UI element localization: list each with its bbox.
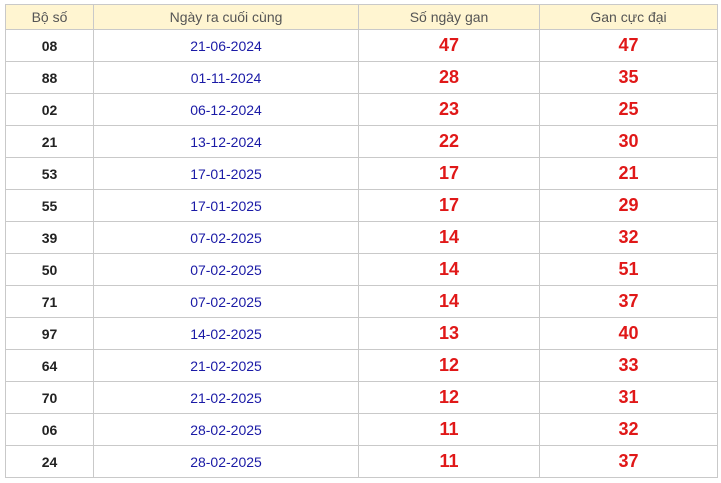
- max-gan-cell: 47: [539, 29, 718, 62]
- table-row: 24 28-02-2025 11 37: [5, 445, 718, 478]
- gan-days-cell: 28: [358, 61, 540, 94]
- max-gan-cell: 31: [539, 381, 718, 414]
- header-so-ngay-gan: Số ngày gan: [358, 4, 540, 30]
- gan-days-cell: 11: [358, 413, 540, 446]
- row-number-cell: 24: [5, 445, 94, 478]
- row-number-cell: 21: [5, 125, 94, 158]
- gan-days-cell: 12: [358, 349, 540, 382]
- gan-days-cell: 11: [358, 445, 540, 478]
- max-gan-cell: 40: [539, 317, 718, 350]
- max-gan-cell: 35: [539, 61, 718, 94]
- last-date-cell: 06-12-2024: [93, 93, 359, 126]
- max-gan-cell: 21: [539, 157, 718, 190]
- gan-days-cell: 14: [358, 221, 540, 254]
- max-gan-cell: 37: [539, 445, 718, 478]
- table-row: 06 28-02-2025 11 32: [5, 413, 718, 446]
- table-header: Bộ số Ngày ra cuối cùng Số ngày gan Gan …: [5, 4, 718, 30]
- gan-days-cell: 13: [358, 317, 540, 350]
- gan-days-cell: 12: [358, 381, 540, 414]
- last-date-cell: 07-02-2025: [93, 221, 359, 254]
- last-date-cell: 28-02-2025: [93, 445, 359, 478]
- row-number-cell: 50: [5, 253, 94, 286]
- table-row: 39 07-02-2025 14 32: [5, 221, 718, 254]
- row-number-cell: 39: [5, 221, 94, 254]
- gan-days-cell: 23: [358, 93, 540, 126]
- table-row: 21 13-12-2024 22 30: [5, 125, 718, 158]
- table-row: 71 07-02-2025 14 37: [5, 285, 718, 318]
- max-gan-cell: 29: [539, 189, 718, 222]
- last-date-cell: 21-02-2025: [93, 349, 359, 382]
- last-date-cell: 07-02-2025: [93, 285, 359, 318]
- max-gan-cell: 51: [539, 253, 718, 286]
- table-row: 88 01-11-2024 28 35: [5, 61, 718, 94]
- max-gan-cell: 30: [539, 125, 718, 158]
- last-date-cell: 14-02-2025: [93, 317, 359, 350]
- row-number-cell: 55: [5, 189, 94, 222]
- table-body: 08 21-06-2024 47 47 88 01-11-2024 28 35 02 06-12-…: [5, 29, 718, 478]
- max-gan-cell: 33: [539, 349, 718, 382]
- last-date-cell: 13-12-2024: [93, 125, 359, 158]
- row-number-cell: 97: [5, 317, 94, 350]
- table-row: 53 17-01-2025 17 21: [5, 157, 718, 190]
- gan-days-cell: 17: [358, 157, 540, 190]
- row-number-cell: 53: [5, 157, 94, 190]
- gan-days-cell: 47: [358, 29, 540, 62]
- row-number-cell: 64: [5, 349, 94, 382]
- row-number-cell: 02: [5, 93, 94, 126]
- last-date-cell: 01-11-2024: [93, 61, 359, 94]
- table-row: 64 21-02-2025 12 33: [5, 349, 718, 382]
- last-date-cell: 28-02-2025: [93, 413, 359, 446]
- row-number-cell: 88: [5, 61, 94, 94]
- header-bo-so: Bộ số: [5, 4, 94, 30]
- table-row: 55 17-01-2025 17 29: [5, 189, 718, 222]
- row-number-cell: 70: [5, 381, 94, 414]
- row-number-cell: 06: [5, 413, 94, 446]
- max-gan-cell: 37: [539, 285, 718, 318]
- header-gan-cuc-dai: Gan cực đại: [539, 4, 718, 30]
- gan-statistics-table: Bộ số Ngày ra cuối cùng Số ngày gan Gan …: [5, 4, 718, 478]
- last-date-cell: 21-02-2025: [93, 381, 359, 414]
- table-row: 70 21-02-2025 12 31: [5, 381, 718, 414]
- table-row: 08 21-06-2024 47 47: [5, 29, 718, 62]
- gan-days-cell: 14: [358, 285, 540, 318]
- header-ngay-ra-cuoi-cung: Ngày ra cuối cùng: [93, 4, 359, 30]
- max-gan-cell: 25: [539, 93, 718, 126]
- max-gan-cell: 32: [539, 221, 718, 254]
- last-date-cell: 21-06-2024: [93, 29, 359, 62]
- gan-days-cell: 22: [358, 125, 540, 158]
- table-row: 50 07-02-2025 14 51: [5, 253, 718, 286]
- table-row: 97 14-02-2025 13 40: [5, 317, 718, 350]
- gan-table-container: Bộ số Ngày ra cuối cùng Số ngày gan Gan …: [5, 4, 718, 478]
- last-date-cell: 17-01-2025: [93, 157, 359, 190]
- gan-days-cell: 17: [358, 189, 540, 222]
- header-row: Bộ số Ngày ra cuối cùng Số ngày gan Gan …: [5, 4, 718, 30]
- row-number-cell: 71: [5, 285, 94, 318]
- gan-days-cell: 14: [358, 253, 540, 286]
- row-number-cell: 08: [5, 29, 94, 62]
- last-date-cell: 07-02-2025: [93, 253, 359, 286]
- max-gan-cell: 32: [539, 413, 718, 446]
- last-date-cell: 17-01-2025: [93, 189, 359, 222]
- table-row: 02 06-12-2024 23 25: [5, 93, 718, 126]
